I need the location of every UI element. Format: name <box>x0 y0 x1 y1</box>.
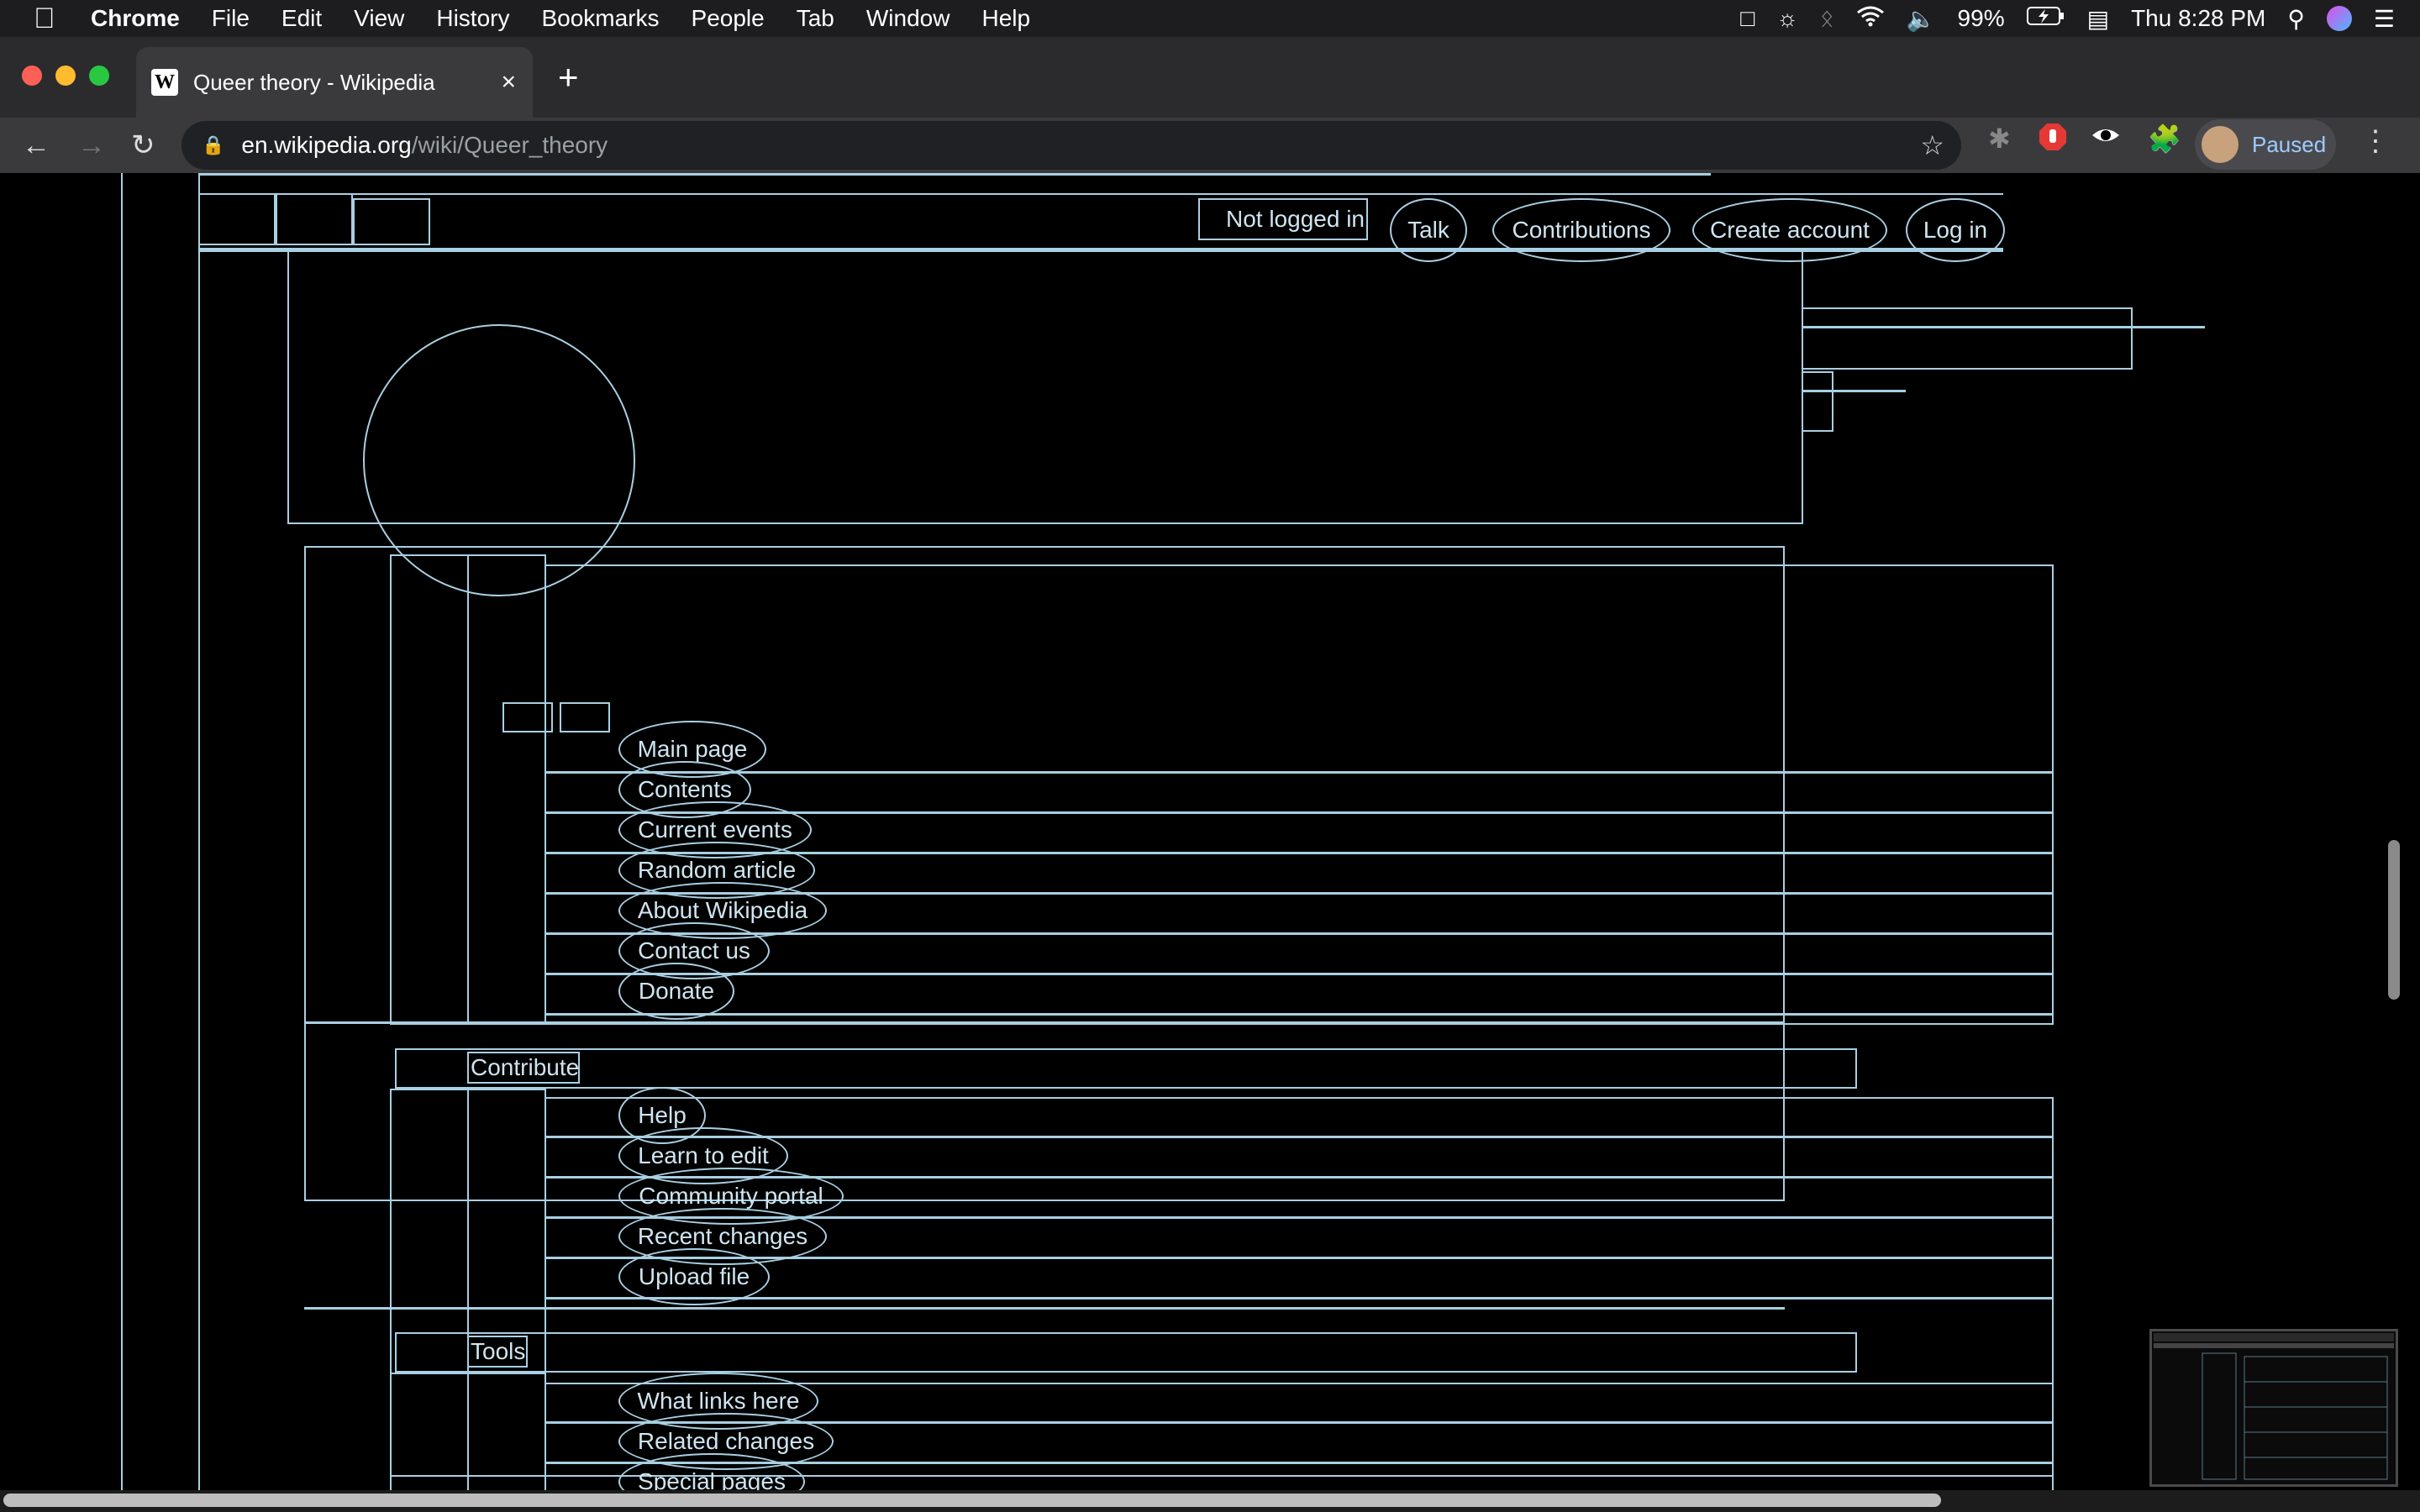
nav-row-rule <box>544 1013 2054 1016</box>
contribute-heading-box <box>395 1048 1857 1089</box>
notification-center-icon[interactable]: ☰ <box>2374 5 2395 33</box>
header-cell-3 <box>353 198 430 245</box>
url-text[interactable]: en.wikipedia.org/wiki/Queer_theory <box>241 132 608 159</box>
wifi-icon[interactable] <box>1856 5 1885 33</box>
nav-col-a <box>390 554 469 1025</box>
page-minimap-thumbnail[interactable] <box>2149 1329 2398 1487</box>
menu-edit[interactable]: Edit <box>281 5 322 32</box>
menu-window[interactable]: Window <box>866 5 950 32</box>
lock-icon[interactable]: 🔒 <box>202 134 224 156</box>
apple-menu-icon[interactable]:  <box>34 3 62 35</box>
nav-toggle-2[interactable] <box>560 702 610 732</box>
portal-divider <box>304 1307 1785 1310</box>
brightness-icon[interactable]: ☼ <box>1776 5 1798 32</box>
nav-toggle-1[interactable] <box>502 702 553 732</box>
menubar-status-area: □ ☼ ᛟ 🔈 99% ▤ Thu 8:28 PM ⚲ ☰ <box>1740 0 2395 37</box>
reload-button[interactable]: ↻ <box>131 118 155 173</box>
menu-tab[interactable]: Tab <box>797 5 834 32</box>
tools-heading[interactable]: Tools <box>467 1336 528 1368</box>
search-box-outline[interactable] <box>1802 307 2133 370</box>
header-cell-2 <box>276 193 353 245</box>
tools-heading-box <box>395 1332 1857 1373</box>
content-border-left <box>198 173 200 1490</box>
nav-donate[interactable]: Donate <box>618 963 734 1020</box>
input-source-icon[interactable]: ▤ <box>2087 5 2109 33</box>
window-zoom-button[interactable] <box>89 66 109 86</box>
profile-avatar <box>2202 126 2238 163</box>
siri-icon[interactable] <box>2326 6 2352 31</box>
url-host: en.wikipedia.org <box>241 132 412 158</box>
search-sub-rule <box>1802 390 1906 392</box>
contribute-heading[interactable]: Contribute <box>467 1052 580 1084</box>
macos-menubar:  Chrome File Edit View History Bookmark… <box>0 0 2420 37</box>
page-border-left <box>121 173 123 1490</box>
extensions-puzzle-icon[interactable]: 🧩 <box>2148 123 2181 155</box>
extension-eye-icon[interactable] <box>2091 123 2121 154</box>
page-viewport: Not logged in Talk Contributions Create … <box>0 173 2420 1490</box>
menu-people[interactable]: People <box>692 5 765 32</box>
back-button[interactable]: ← <box>22 118 50 173</box>
window-minimize-button[interactable] <box>55 66 76 86</box>
search-rule <box>1802 326 2205 328</box>
new-tab-button[interactable]: + <box>558 57 579 97</box>
not-logged-in-label: Not logged in <box>1198 198 1368 240</box>
tab-title: Queer theory - Wikipedia <box>193 69 435 95</box>
log-in-link[interactable]: Log in <box>1906 198 2005 262</box>
url-path: /wiki/Queer_theory <box>411 132 608 158</box>
contribute-row-rule <box>544 1297 2054 1299</box>
menu-view[interactable]: View <box>354 5 404 32</box>
display-icon[interactable]: □ <box>1740 5 1754 32</box>
nav-portal-box <box>544 564 2054 1025</box>
contribute-upload-file[interactable]: Upload file <box>618 1248 770 1305</box>
address-bar[interactable]: 🔒 en.wikipedia.org/wiki/Queer_theory ☆ <box>182 121 1961 170</box>
extension-asterisk-icon[interactable]: ✱ <box>1988 123 2011 155</box>
header-cell-1 <box>198 193 276 245</box>
chrome-menu-icon[interactable]: ⋮ <box>2361 124 2390 158</box>
vertical-scrollbar-thumb[interactable] <box>2388 840 2400 1000</box>
menu-file[interactable]: File <box>212 5 250 32</box>
nav-row-rule <box>544 771 2054 774</box>
battery-percent: 99% <box>1957 5 2005 31</box>
tab-close-icon[interactable]: × <box>501 68 516 97</box>
horizontal-scrollbar-thumb[interactable] <box>3 1494 1941 1507</box>
volume-icon[interactable]: 🔈 <box>1907 5 1936 33</box>
search-button-outline[interactable] <box>1802 371 1833 432</box>
tools-col-b <box>467 1373 546 1490</box>
tab-active[interactable]: W Queer theory - Wikipedia × <box>136 47 533 118</box>
app-menus: Chrome File Edit View History Bookmarks … <box>91 5 1062 32</box>
spotlight-search-icon[interactable]: ⚲ <box>2287 5 2305 33</box>
portal-divider <box>304 1021 1785 1024</box>
nav-col-b <box>467 554 546 1025</box>
menu-bookmarks[interactable]: Bookmarks <box>541 5 659 32</box>
menu-chrome[interactable]: Chrome <box>91 5 180 32</box>
bookmark-star-icon[interactable]: ☆ <box>1920 129 1944 161</box>
bluetooth-icon[interactable]: ᛟ <box>1820 5 1834 32</box>
battery-charging-icon[interactable] <box>2026 5 2065 32</box>
wikipedia-favicon-icon: W <box>151 69 178 96</box>
menubar-clock[interactable]: Thu 8:28 PM <box>2131 5 2265 32</box>
extension-hand-icon[interactable] <box>2039 123 2067 158</box>
profile-status: Paused <box>2252 131 2327 157</box>
forward-button[interactable]: → <box>77 118 106 173</box>
profile-button[interactable]: Paused <box>2195 119 2336 170</box>
window-close-button[interactable] <box>22 66 42 86</box>
tools-col-a <box>390 1373 469 1490</box>
header-top-rule <box>198 173 1711 176</box>
menu-history[interactable]: History <box>436 5 509 32</box>
nav-row-rule <box>544 973 2054 975</box>
menu-help[interactable]: Help <box>981 5 1030 32</box>
